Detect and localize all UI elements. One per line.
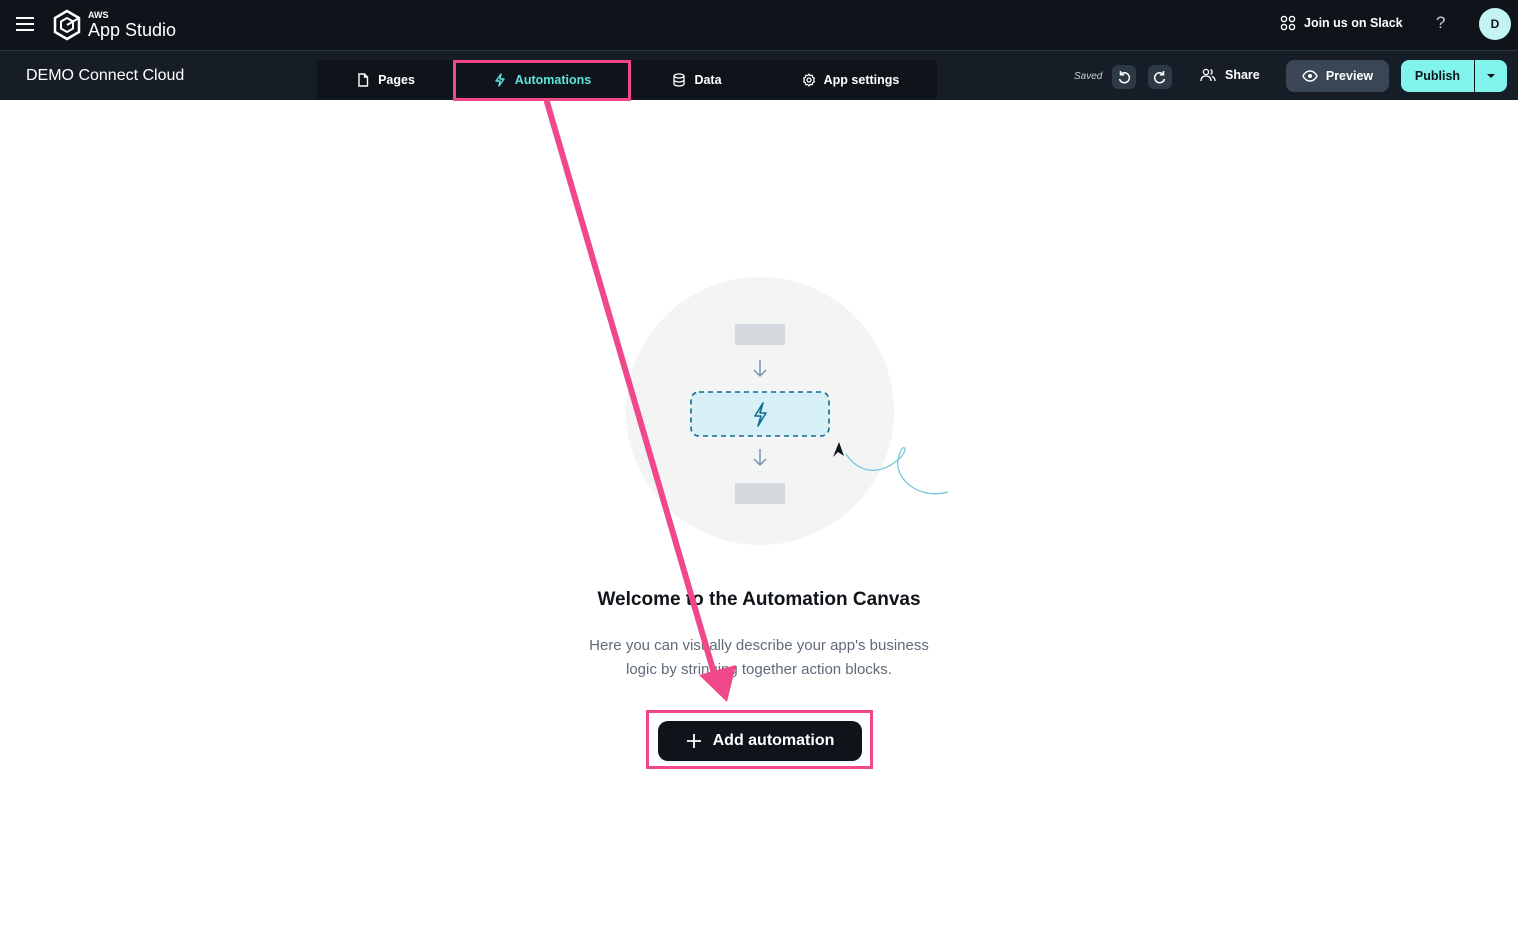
eye-icon xyxy=(1302,70,1318,82)
welcome-title: Welcome to the Automation Canvas xyxy=(597,589,921,610)
top-bar: AWS App Studio Join us on Slack ? D xyxy=(0,0,1518,51)
app-studio-logo[interactable]: AWS App Studio xyxy=(52,8,176,42)
redo-button[interactable] xyxy=(1148,65,1172,89)
users-icon xyxy=(1200,68,1216,82)
preview-button[interactable]: Preview xyxy=(1286,60,1389,92)
tab-app-settings-label: App settings xyxy=(823,72,900,87)
saved-status: Saved xyxy=(1074,71,1103,82)
app-studio-logo-icon xyxy=(53,9,81,41)
logo-app-studio-text: App Studio xyxy=(88,20,177,40)
tab-pages[interactable]: Pages xyxy=(317,60,454,99)
gear-icon xyxy=(802,72,815,87)
join-slack-label: Join us on Slack xyxy=(1304,16,1403,30)
tab-app-settings[interactable]: App settings xyxy=(764,60,937,99)
help-icon[interactable]: ? xyxy=(1436,13,1445,33)
tab-pages-label: Pages xyxy=(378,72,415,87)
app-name: DEMO Connect Cloud xyxy=(26,67,185,84)
undo-icon xyxy=(1118,71,1131,84)
add-automation-button[interactable]: Add automation xyxy=(658,721,862,761)
preview-label: Preview xyxy=(1325,69,1374,83)
welcome-description-line-2: logic by stringing together action block… xyxy=(626,661,892,678)
add-automation-label: Add automation xyxy=(712,732,835,749)
share-button[interactable]: Share xyxy=(1200,68,1260,82)
logo-aws-text: AWS xyxy=(88,10,109,20)
app-toolbar: DEMO Connect Cloud Pages Automations Dat… xyxy=(0,51,1518,101)
slack-icon xyxy=(1280,15,1296,31)
publish-button[interactable]: Publish xyxy=(1401,60,1507,92)
tab-data-label: Data xyxy=(694,72,722,87)
redo-icon xyxy=(1153,71,1166,84)
database-icon xyxy=(673,72,686,87)
automation-illustration xyxy=(620,270,960,550)
plus-icon xyxy=(686,734,701,748)
welcome-description-line-1: Here you can visually describe your app'… xyxy=(589,637,929,654)
builder-tabs: Pages Automations Data App settings xyxy=(317,60,937,101)
file-icon xyxy=(358,72,369,87)
undo-button[interactable] xyxy=(1112,65,1136,89)
user-avatar[interactable]: D xyxy=(1479,8,1511,40)
tab-automations[interactable]: Automations xyxy=(453,60,631,101)
tab-data[interactable]: Data xyxy=(630,60,764,99)
publish-label[interactable]: Publish xyxy=(1401,60,1475,92)
publish-dropdown-icon[interactable] xyxy=(1475,60,1507,92)
highlight-box xyxy=(453,60,631,101)
welcome-description: Here you can visually describe your app'… xyxy=(559,634,959,682)
join-slack-link[interactable]: Join us on Slack xyxy=(1280,15,1403,31)
share-label: Share xyxy=(1225,68,1260,82)
menu-icon[interactable] xyxy=(15,14,35,34)
